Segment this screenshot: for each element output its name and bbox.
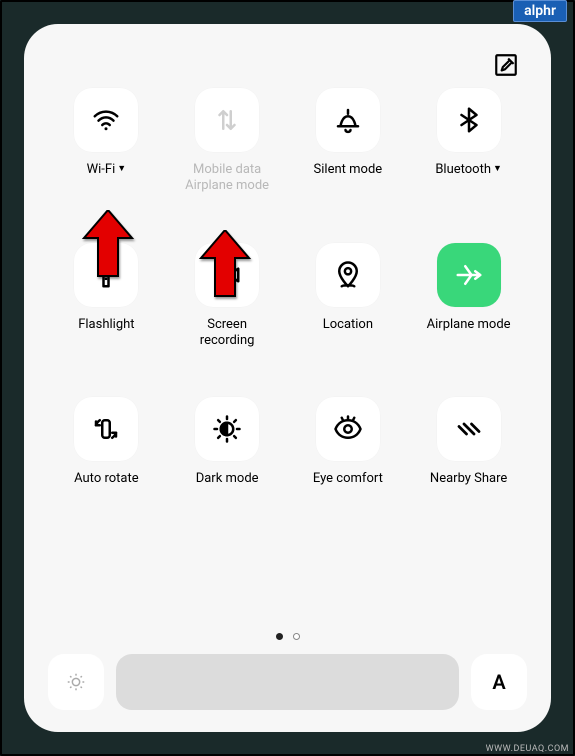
page-dot-0[interactable] bbox=[276, 633, 283, 640]
auto-rotate-toggle[interactable] bbox=[74, 397, 138, 461]
mobile-data-label: Mobile data Airplane mode bbox=[185, 162, 269, 195]
bluetooth-label[interactable]: Bluetooth▼ bbox=[435, 162, 502, 178]
chevron-down-icon: ▼ bbox=[117, 164, 126, 174]
flashlight-toggle[interactable] bbox=[74, 243, 138, 307]
brightness-slider[interactable] bbox=[116, 654, 459, 710]
silent-mode-toggle[interactable] bbox=[316, 88, 380, 152]
bell-icon bbox=[333, 105, 363, 135]
bluetooth-toggle[interactable] bbox=[437, 88, 501, 152]
tile-bluetooth: Bluetooth▼ bbox=[410, 88, 527, 195]
location-pin-icon bbox=[333, 260, 363, 290]
mobile-data-icon bbox=[212, 105, 242, 135]
wifi-toggle[interactable] bbox=[74, 88, 138, 152]
brightness-row: A bbox=[44, 654, 531, 714]
logo-badge: alphr bbox=[513, 0, 567, 22]
silent-mode-label: Silent mode bbox=[314, 162, 383, 178]
dark-mode-toggle[interactable] bbox=[195, 397, 259, 461]
airplane-mode-label: Airplane mode bbox=[427, 317, 511, 333]
dark-mode-label: Dark mode bbox=[196, 471, 259, 487]
flashlight-label: Flashlight bbox=[78, 317, 134, 333]
edit-icon bbox=[493, 52, 519, 78]
screen-recording-label: Screen recording bbox=[200, 317, 255, 350]
tile-dark-mode: Dark mode bbox=[169, 397, 286, 487]
tiles-grid: Wi-Fi▼ Mobile data Airplane mode Silent mo… bbox=[44, 88, 531, 617]
tile-silent-mode: Silent mode bbox=[290, 88, 407, 195]
nearby-share-label: Nearby Share bbox=[430, 471, 507, 487]
panel-header bbox=[44, 48, 531, 88]
mobile-data-toggle[interactable] bbox=[195, 88, 259, 152]
page-dot-1[interactable] bbox=[293, 633, 300, 640]
tile-eye-comfort: Eye comfort bbox=[290, 397, 407, 487]
brightness-low-icon bbox=[48, 654, 104, 710]
auto-rotate-icon bbox=[91, 414, 121, 444]
camera-record-icon bbox=[212, 260, 242, 290]
dark-mode-icon bbox=[212, 414, 242, 444]
nearby-share-toggle[interactable] bbox=[437, 397, 501, 461]
wifi-label[interactable]: Wi-Fi▼ bbox=[87, 162, 127, 178]
tile-auto-rotate: Auto rotate bbox=[48, 397, 165, 487]
tile-flashlight: Flashlight bbox=[48, 243, 165, 350]
page-indicator bbox=[44, 617, 531, 654]
auto-rotate-label: Auto rotate bbox=[74, 471, 139, 487]
bluetooth-icon bbox=[454, 105, 484, 135]
flashlight-icon bbox=[91, 260, 121, 290]
airplane-icon bbox=[454, 260, 484, 290]
nearby-share-icon bbox=[454, 414, 484, 444]
location-toggle[interactable] bbox=[316, 243, 380, 307]
tile-screen-recording: Screen recording bbox=[169, 243, 286, 350]
auto-brightness-button[interactable]: A bbox=[471, 654, 527, 710]
edit-tiles-button[interactable] bbox=[493, 52, 519, 78]
eye-comfort-toggle[interactable] bbox=[316, 397, 380, 461]
chevron-down-icon: ▼ bbox=[493, 164, 502, 174]
eye-comfort-label: Eye comfort bbox=[313, 471, 383, 487]
wifi-icon bbox=[91, 105, 121, 135]
eye-icon bbox=[333, 414, 363, 444]
screen-recording-toggle[interactable] bbox=[195, 243, 259, 307]
tile-location: Location bbox=[290, 243, 407, 350]
tile-nearby-share: Nearby Share bbox=[410, 397, 527, 487]
quick-settings-panel: Wi-Fi▼ Mobile data Airplane mode Silent mo… bbox=[24, 24, 551, 732]
tile-airplane-mode: Airplane mode bbox=[410, 243, 527, 350]
tile-wifi: Wi-Fi▼ bbox=[48, 88, 165, 195]
location-label: Location bbox=[323, 317, 373, 333]
airplane-mode-toggle[interactable] bbox=[437, 243, 501, 307]
tile-mobile-data: Mobile data Airplane mode bbox=[169, 88, 286, 195]
credit-text: WWW.DEUAQ.COM bbox=[486, 744, 569, 754]
